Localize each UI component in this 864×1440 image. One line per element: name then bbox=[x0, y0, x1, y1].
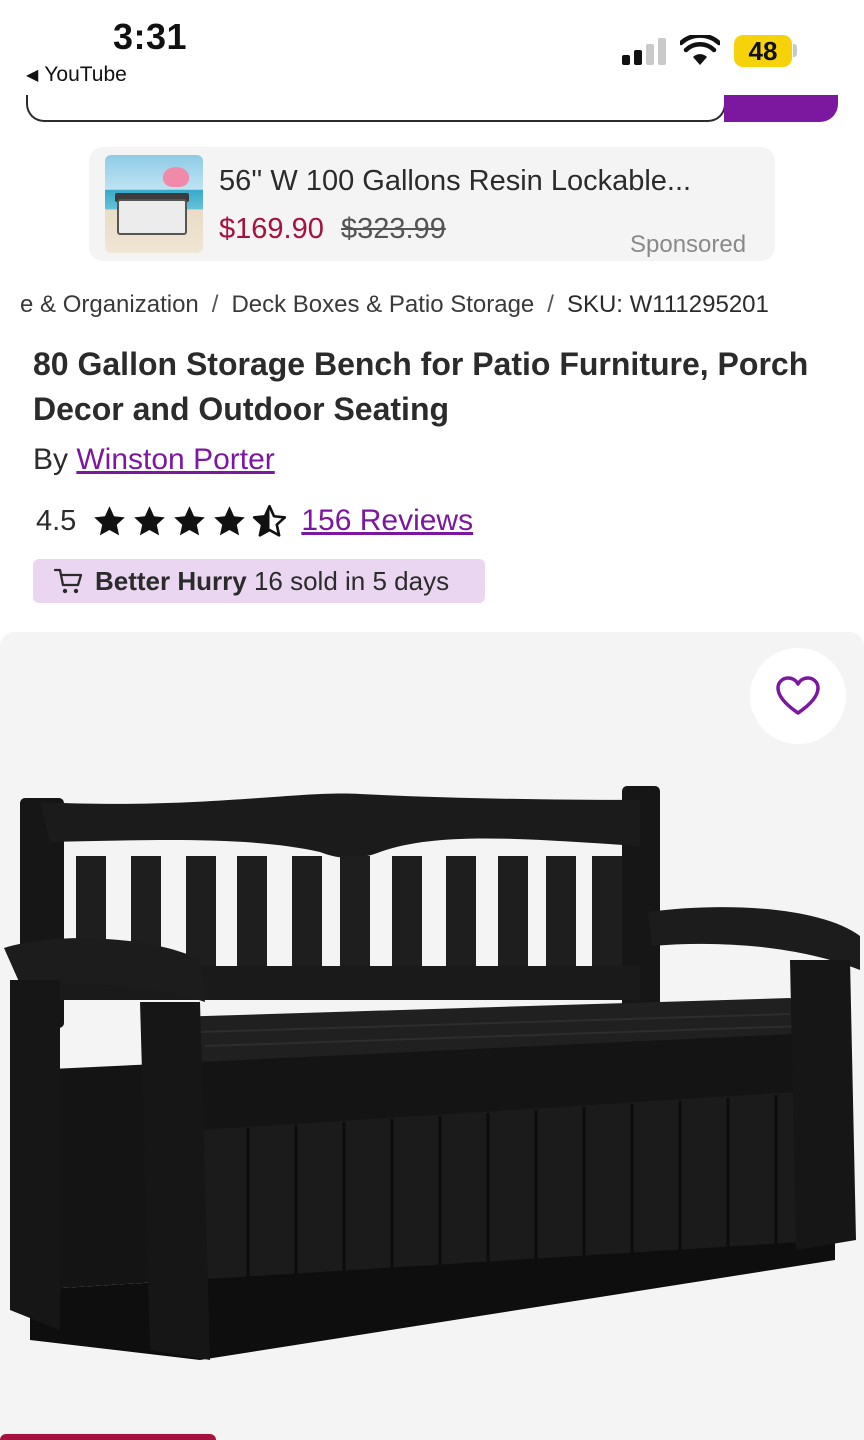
hurry-title: Better Hurry bbox=[95, 565, 247, 596]
battery-nub bbox=[793, 44, 797, 57]
favorite-button[interactable] bbox=[750, 648, 846, 744]
breadcrumb-item[interactable]: Deck Boxes & Patio Storage bbox=[231, 291, 534, 319]
star-full-icon bbox=[214, 505, 246, 535]
back-app-label: YouTube bbox=[44, 63, 127, 86]
breadcrumb-separator: / bbox=[547, 291, 554, 318]
back-to-app-link[interactable]: ◀ YouTube bbox=[26, 63, 127, 87]
sponsored-product-price: $169.90 bbox=[219, 213, 324, 245]
sponsored-product-title: 56'' W 100 Gallons Resin Lockable... bbox=[219, 165, 692, 197]
rating-value: 4.5 bbox=[36, 504, 77, 537]
bottom-accent-strip bbox=[0, 1434, 216, 1440]
status-bar: 3:31 ◀ YouTube 48 bbox=[0, 0, 864, 95]
star-full-icon bbox=[174, 505, 206, 535]
breadcrumb-item[interactable]: e & Organization bbox=[20, 291, 199, 319]
status-time: 3:31 bbox=[113, 16, 188, 57]
signal-icon bbox=[622, 37, 668, 65]
breadcrumb: e & Organization / Deck Boxes & Patio St… bbox=[20, 291, 769, 319]
sponsored-product-image bbox=[105, 155, 203, 253]
brand-prefix: By bbox=[33, 443, 69, 476]
star-half-icon bbox=[253, 504, 287, 537]
product-title: 80 Gallon Storage Bench for Patio Furnit… bbox=[33, 346, 809, 427]
heart-icon bbox=[776, 676, 820, 715]
battery-icon: 48 bbox=[734, 35, 792, 67]
sponsored-product-old-price: $323.99 bbox=[341, 213, 446, 245]
rating-row: 4.5 156 Reviews bbox=[36, 500, 473, 542]
star-full-icon bbox=[94, 505, 126, 535]
brand-line: By Winston Porter bbox=[33, 443, 275, 477]
brand-link[interactable]: Winston Porter bbox=[76, 443, 274, 476]
star-rating bbox=[92, 504, 287, 539]
cart-icon bbox=[53, 568, 83, 594]
better-hurry-badge: Better Hurry 16 sold in 5 days bbox=[33, 559, 485, 603]
sponsored-product-card[interactable]: 56'' W 100 Gallons Resin Lockable... $16… bbox=[89, 147, 775, 261]
wifi-icon bbox=[680, 35, 720, 65]
reviews-link[interactable]: 156 Reviews bbox=[301, 504, 473, 538]
star-full-icon bbox=[134, 505, 166, 535]
breadcrumb-separator: / bbox=[211, 291, 219, 318]
storage-bench-image bbox=[4, 786, 860, 1360]
sponsored-label: Sponsored bbox=[630, 231, 747, 258]
hurry-text: 16 sold in 5 days bbox=[253, 565, 450, 596]
sku-label: SKU: W111295201 bbox=[566, 291, 769, 318]
back-arrow-icon: ◀ bbox=[26, 67, 39, 84]
